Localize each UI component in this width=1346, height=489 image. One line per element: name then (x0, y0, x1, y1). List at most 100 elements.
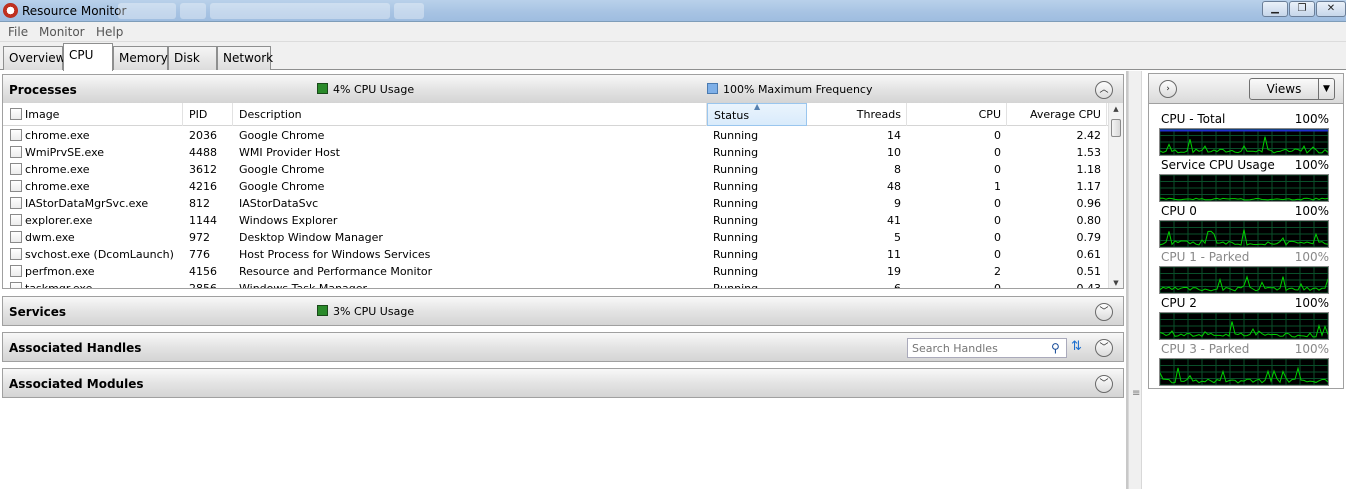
column-header-image[interactable]: Image (3, 103, 183, 126)
column-header-cpu[interactable]: CPU (907, 103, 1007, 126)
row-checkbox[interactable] (10, 180, 22, 192)
collapse-graphs-chevron-right-icon[interactable]: › (1159, 80, 1177, 98)
tab-network[interactable]: Network (217, 46, 273, 70)
title-bar: Resource Monitor ▁ ❐ ✕ (0, 0, 1346, 22)
max-frequency-label: 100% Maximum Frequency (723, 83, 873, 96)
cell-cpu: 0 (994, 146, 1001, 159)
cell-average-cpu: 0.43 (1076, 282, 1102, 289)
minimize-button[interactable]: ▁ (1262, 1, 1288, 17)
scroll-down-arrow-icon[interactable]: ▼ (1109, 279, 1123, 287)
table-row[interactable]: perfmon.exe 4156 Resource and Performance … (3, 263, 1110, 280)
column-header-threads[interactable]: Threads (807, 103, 907, 126)
cpu-usage-graph (1159, 358, 1329, 386)
cell-status: Running (713, 163, 759, 176)
cell-threads: 19 (887, 265, 901, 278)
column-header-pid[interactable]: PID (183, 103, 233, 126)
associated-handles-header[interactable]: Associated Handles ⚲ ⇅ ﹀ (2, 332, 1124, 362)
row-checkbox[interactable] (10, 265, 22, 277)
row-checkbox[interactable] (10, 146, 22, 158)
menu-monitor[interactable]: Monitor (39, 25, 85, 39)
menu-file[interactable]: File (8, 25, 28, 39)
graph-name: CPU 1 - Parked (1161, 250, 1250, 264)
cell-description: Host Process for Windows Services (239, 248, 431, 261)
menu-bar: File Monitor Help (0, 22, 1346, 42)
row-checkbox[interactable] (10, 129, 22, 141)
table-row[interactable]: explorer.exe 1144 Windows Explorer Running 4… (3, 212, 1110, 229)
row-checkbox[interactable] (10, 163, 22, 175)
graph-name: Service CPU Usage (1161, 158, 1275, 172)
cell-status: Running (713, 129, 759, 142)
associated-modules-header[interactable]: Associated Modules ﹀ (2, 368, 1124, 398)
dropdown-arrow-icon[interactable]: ▼ (1318, 79, 1334, 99)
search-handles-box[interactable]: ⚲ (907, 338, 1067, 358)
close-button[interactable]: ✕ (1316, 1, 1346, 17)
expand-services-chevron-down-icon[interactable]: ﹀ (1095, 303, 1113, 321)
graph-percent: 100% (1294, 342, 1329, 356)
cell-status: Running (713, 282, 759, 289)
expand-modules-chevron-down-icon[interactable]: ﹀ (1095, 375, 1113, 393)
cell-threads: 41 (887, 214, 901, 227)
scroll-up-arrow-icon[interactable]: ▲ (1109, 105, 1123, 113)
cell-image: perfmon.exe (25, 265, 95, 278)
table-row[interactable]: svchost.exe (DcomLaunch) 776 Host Process … (3, 246, 1110, 263)
column-header-description[interactable]: Description (233, 103, 707, 126)
column-header-average-cpu[interactable]: Average CPU (1007, 103, 1107, 126)
refresh-icon[interactable]: ⇅ (1071, 339, 1082, 354)
cell-cpu: 0 (994, 197, 1001, 210)
menu-help[interactable]: Help (96, 25, 123, 39)
services-header[interactable]: Services 3% CPU Usage ﹀ (2, 296, 1124, 326)
tab-cpu[interactable]: CPU (63, 43, 113, 71)
cell-average-cpu: 1.17 (1076, 180, 1102, 193)
cpu-usage-graph (1159, 174, 1329, 202)
select-all-checkbox[interactable] (10, 108, 22, 120)
row-checkbox[interactable] (10, 282, 22, 288)
table-row[interactable]: WmiPrvSE.exe 4488 WMI Provider Host Running… (3, 144, 1110, 161)
cell-image: explorer.exe (25, 214, 93, 227)
cell-average-cpu: 0.51 (1076, 265, 1102, 278)
expand-handles-chevron-down-icon[interactable]: ﹀ (1095, 339, 1113, 357)
cell-description: Resource and Performance Monitor (239, 265, 433, 278)
processes-header[interactable]: Processes 4% CPU Usage 100% Maximum Freq… (2, 74, 1124, 104)
table-row[interactable]: chrome.exe 2036 Google Chrome Running 14 0 2.4… (3, 127, 1110, 144)
row-checkbox[interactable] (10, 197, 22, 209)
frequency-square-icon (707, 83, 718, 94)
processes-scrollbar[interactable]: ▲ ▼ (1108, 103, 1123, 288)
cell-pid: 2856 (189, 282, 217, 289)
cell-threads: 9 (894, 197, 901, 210)
table-row[interactable]: chrome.exe 3612 Google Chrome Running 8 0 1.18 (3, 161, 1110, 178)
tab-overview[interactable]: Overview (3, 46, 66, 70)
search-icon[interactable]: ⚲ (1051, 341, 1060, 355)
restore-button[interactable]: ❐ (1289, 1, 1315, 17)
cell-average-cpu: 2.42 (1076, 129, 1102, 142)
table-row[interactable]: taskmgr.exe 2856 Windows Task Manager Runni… (3, 280, 1110, 289)
row-checkbox[interactable] (10, 214, 22, 226)
table-header: Image PID Description ▲ Status Threads C… (3, 103, 1110, 126)
cell-description: IAStorDataSvc (239, 197, 319, 210)
cell-pid: 972 (189, 231, 210, 244)
cell-status: Running (713, 146, 759, 159)
pane-splitter[interactable]: ≡ (1128, 71, 1142, 489)
splitter-grip-icon[interactable]: ≡ (1132, 389, 1140, 399)
views-dropdown-button[interactable]: Views ▼ (1249, 78, 1335, 100)
cell-status: Running (713, 214, 759, 227)
row-checkbox[interactable] (10, 231, 22, 243)
scrollbar-thumb[interactable] (1111, 119, 1121, 137)
graph-name: CPU 2 (1161, 296, 1197, 310)
table-row[interactable]: IAStorDataMgrSvc.exe 812 IAStorDataSvc Runn… (3, 195, 1110, 212)
row-checkbox[interactable] (10, 248, 22, 260)
cell-threads: 8 (894, 163, 901, 176)
search-handles-input[interactable] (908, 339, 1048, 357)
cell-cpu: 0 (994, 248, 1001, 261)
cell-average-cpu: 0.79 (1076, 231, 1102, 244)
tab-disk[interactable]: Disk (168, 46, 217, 70)
cell-average-cpu: 0.96 (1076, 197, 1102, 210)
cell-pid: 4488 (189, 146, 217, 159)
collapse-processes-chevron-up-icon[interactable]: ︿ (1095, 81, 1113, 99)
cell-description: Desktop Window Manager (239, 231, 383, 244)
table-row[interactable]: chrome.exe 4216 Google Chrome Running 48 1 1.1… (3, 178, 1110, 195)
column-header-status[interactable]: ▲ Status (707, 103, 807, 126)
max-frequency-indicator: 100% Maximum Frequency (707, 83, 872, 96)
tab-memory[interactable]: Memory (113, 46, 168, 70)
cell-cpu: 0 (994, 282, 1001, 289)
table-row[interactable]: dwm.exe 972 Desktop Window Manager Running 5… (3, 229, 1110, 246)
